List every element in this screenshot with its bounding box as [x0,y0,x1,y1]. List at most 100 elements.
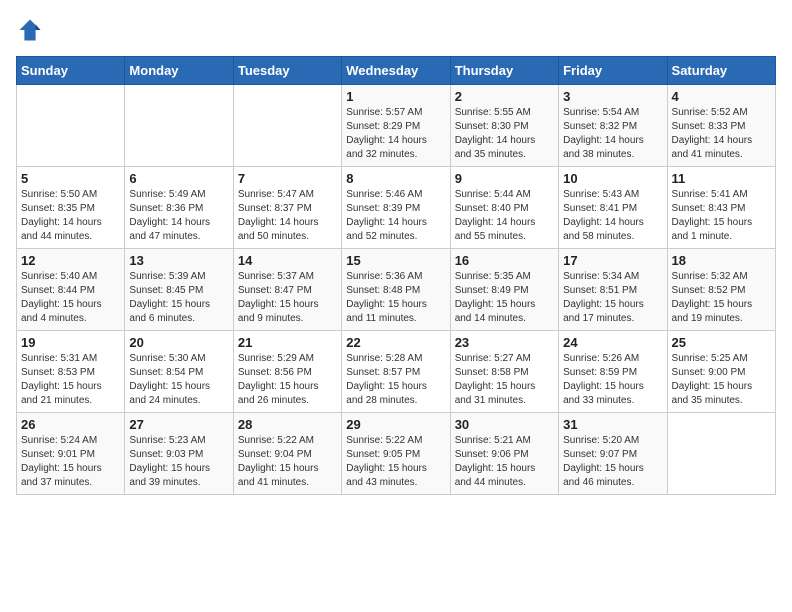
calendar-cell [125,85,233,167]
calendar-cell: 12 Sunrise: 5:40 AM Sunset: 8:44 PM Dayli… [17,249,125,331]
day-info: Sunrise: 5:55 AM Sunset: 8:30 PM Dayligh… [455,106,554,162]
calendar-cell: 26 Sunrise: 5:24 AM Sunset: 9:01 PM Dayli… [17,413,125,495]
calendar-cell: 24 Sunrise: 5:26 AM Sunset: 8:59 PM Dayli… [559,331,667,413]
calendar-week-row: 12 Sunrise: 5:40 AM Sunset: 8:44 PM Dayli… [17,249,776,331]
calendar-cell: 5 Sunrise: 5:50 AM Sunset: 8:35 PM Daylig… [17,167,125,249]
day-number: 17 [563,253,662,268]
day-number: 10 [563,171,662,186]
day-number: 23 [455,335,554,350]
calendar-cell: 20 Sunrise: 5:30 AM Sunset: 8:54 PM Dayli… [125,331,233,413]
day-number: 4 [672,89,771,104]
day-info: Sunrise: 5:31 AM Sunset: 8:53 PM Dayligh… [21,352,120,408]
day-info: Sunrise: 5:40 AM Sunset: 8:44 PM Dayligh… [21,270,120,326]
day-info: Sunrise: 5:30 AM Sunset: 8:54 PM Dayligh… [129,352,228,408]
calendar-cell: 22 Sunrise: 5:28 AM Sunset: 8:57 PM Dayli… [342,331,450,413]
day-number: 5 [21,171,120,186]
column-header-friday: Friday [559,57,667,85]
day-info: Sunrise: 5:26 AM Sunset: 8:59 PM Dayligh… [563,352,662,408]
day-info: Sunrise: 5:34 AM Sunset: 8:51 PM Dayligh… [563,270,662,326]
day-number: 14 [238,253,337,268]
day-info: Sunrise: 5:32 AM Sunset: 8:52 PM Dayligh… [672,270,771,326]
calendar-cell: 19Sunrise: 5:31 AM Sunset: 8:53 PM Dayli… [17,331,125,413]
day-number: 8 [346,171,445,186]
calendar-cell: 16 Sunrise: 5:35 AM Sunset: 8:49 PM Dayli… [450,249,558,331]
calendar-cell: 31Sunrise: 5:20 AM Sunset: 9:07 PM Dayli… [559,413,667,495]
day-number: 30 [455,417,554,432]
calendar-cell: 9Sunrise: 5:44 AM Sunset: 8:40 PM Daylig… [450,167,558,249]
calendar-cell: 11Sunrise: 5:41 AM Sunset: 8:43 PM Dayli… [667,167,775,249]
calendar-cell [17,85,125,167]
day-number: 20 [129,335,228,350]
day-info: Sunrise: 5:29 AM Sunset: 8:56 PM Dayligh… [238,352,337,408]
day-info: Sunrise: 5:44 AM Sunset: 8:40 PM Dayligh… [455,188,554,244]
day-number: 16 [455,253,554,268]
calendar-cell: 27 Sunrise: 5:23 AM Sunset: 9:03 PM Dayli… [125,413,233,495]
calendar-cell: 18 Sunrise: 5:32 AM Sunset: 8:52 PM Dayli… [667,249,775,331]
day-number: 27 [129,417,228,432]
day-number: 22 [346,335,445,350]
day-number: 21 [238,335,337,350]
calendar-cell: 4 Sunrise: 5:52 AM Sunset: 8:33 PM Daylig… [667,85,775,167]
day-number: 1 [346,89,445,104]
calendar-cell: 10 Sunrise: 5:43 AM Sunset: 8:41 PM Dayli… [559,167,667,249]
day-info: Sunrise: 5:22 AM Sunset: 9:04 PM Dayligh… [238,434,337,490]
calendar-cell: 28 Sunrise: 5:22 AM Sunset: 9:04 PM Dayli… [233,413,341,495]
day-info: Sunrise: 5:37 AM Sunset: 8:47 PM Dayligh… [238,270,337,326]
day-info: Sunrise: 5:22 AM Sunset: 9:05 PM Dayligh… [346,434,445,490]
day-info: Sunrise: 5:24 AM Sunset: 9:01 PM Dayligh… [21,434,120,490]
day-number: 13 [129,253,228,268]
day-info: Sunrise: 5:28 AM Sunset: 8:57 PM Dayligh… [346,352,445,408]
day-info: Sunrise: 5:49 AM Sunset: 8:36 PM Dayligh… [129,188,228,244]
day-number: 3 [563,89,662,104]
calendar-week-row: 19Sunrise: 5:31 AM Sunset: 8:53 PM Dayli… [17,331,776,413]
day-number: 24 [563,335,662,350]
day-info: Sunrise: 5:52 AM Sunset: 8:33 PM Dayligh… [672,106,771,162]
calendar-cell: 23 Sunrise: 5:27 AM Sunset: 8:58 PM Dayli… [450,331,558,413]
calendar-cell [233,85,341,167]
calendar-cell [667,413,775,495]
day-info: Sunrise: 5:39 AM Sunset: 8:45 PM Dayligh… [129,270,228,326]
column-header-wednesday: Wednesday [342,57,450,85]
day-number: 28 [238,417,337,432]
column-header-sunday: Sunday [17,57,125,85]
column-header-thursday: Thursday [450,57,558,85]
day-number: 6 [129,171,228,186]
calendar-cell: 3Sunrise: 5:54 AM Sunset: 8:32 PM Daylig… [559,85,667,167]
calendar-table: SundayMondayTuesdayWednesdayThursdayFrid… [16,56,776,495]
day-number: 31 [563,417,662,432]
day-number: 11 [672,171,771,186]
day-info: Sunrise: 5:50 AM Sunset: 8:35 PM Dayligh… [21,188,120,244]
day-info: Sunrise: 5:25 AM Sunset: 9:00 PM Dayligh… [672,352,771,408]
calendar-week-row: 1 Sunrise: 5:57 AM Sunset: 8:29 PM Daylig… [17,85,776,167]
day-info: Sunrise: 5:43 AM Sunset: 8:41 PM Dayligh… [563,188,662,244]
day-info: Sunrise: 5:35 AM Sunset: 8:49 PM Dayligh… [455,270,554,326]
calendar-cell: 21 Sunrise: 5:29 AM Sunset: 8:56 PM Dayli… [233,331,341,413]
day-number: 29 [346,417,445,432]
calendar-cell: 29 Sunrise: 5:22 AM Sunset: 9:05 PM Dayli… [342,413,450,495]
day-info: Sunrise: 5:57 AM Sunset: 8:29 PM Dayligh… [346,106,445,162]
calendar-cell: 25 Sunrise: 5:25 AM Sunset: 9:00 PM Dayli… [667,331,775,413]
calendar-cell: 30 Sunrise: 5:21 AM Sunset: 9:06 PM Dayli… [450,413,558,495]
calendar-week-row: 26 Sunrise: 5:24 AM Sunset: 9:01 PM Dayli… [17,413,776,495]
calendar-cell: 7 Sunrise: 5:47 AM Sunset: 8:37 PM Daylig… [233,167,341,249]
day-info: Sunrise: 5:47 AM Sunset: 8:37 PM Dayligh… [238,188,337,244]
page-header [16,16,776,44]
day-number: 7 [238,171,337,186]
day-info: Sunrise: 5:21 AM Sunset: 9:06 PM Dayligh… [455,434,554,490]
calendar-cell: 17 Sunrise: 5:34 AM Sunset: 8:51 PM Dayli… [559,249,667,331]
day-number: 25 [672,335,771,350]
calendar-cell: 8Sunrise: 5:46 AM Sunset: 8:39 PM Daylig… [342,167,450,249]
day-number: 18 [672,253,771,268]
calendar-cell: 15Sunrise: 5:36 AM Sunset: 8:48 PM Dayli… [342,249,450,331]
calendar-header-row: SundayMondayTuesdayWednesdayThursdayFrid… [17,57,776,85]
day-info: Sunrise: 5:27 AM Sunset: 8:58 PM Dayligh… [455,352,554,408]
column-header-saturday: Saturday [667,57,775,85]
day-info: Sunrise: 5:23 AM Sunset: 9:03 PM Dayligh… [129,434,228,490]
calendar-cell: 1 Sunrise: 5:57 AM Sunset: 8:29 PM Daylig… [342,85,450,167]
day-number: 26 [21,417,120,432]
column-header-monday: Monday [125,57,233,85]
calendar-cell: 13 Sunrise: 5:39 AM Sunset: 8:45 PM Dayli… [125,249,233,331]
calendar-cell: 2Sunrise: 5:55 AM Sunset: 8:30 PM Daylig… [450,85,558,167]
day-info: Sunrise: 5:36 AM Sunset: 8:48 PM Dayligh… [346,270,445,326]
day-number: 12 [21,253,120,268]
